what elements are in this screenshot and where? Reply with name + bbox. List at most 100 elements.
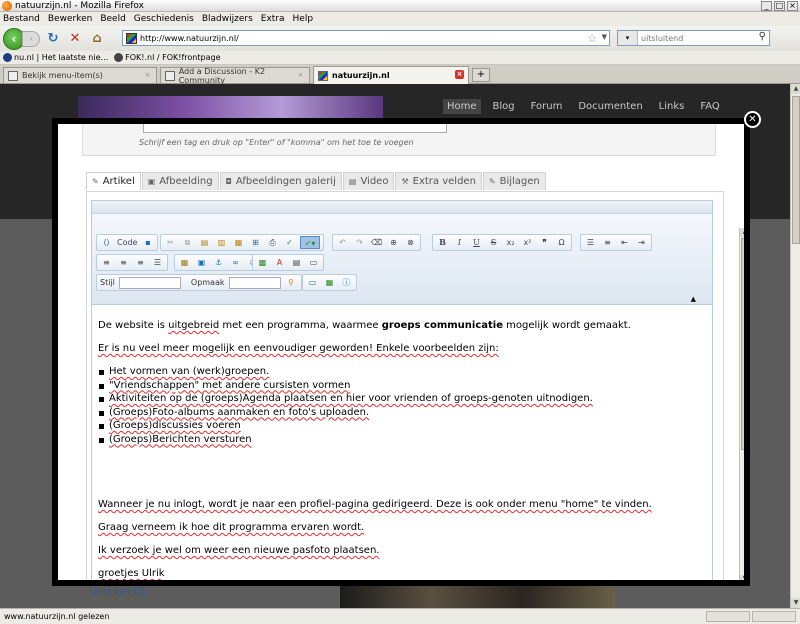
reload-icon[interactable]: ↻	[44, 30, 62, 48]
forward-button[interactable]: ›	[22, 30, 40, 47]
site-nav-blog[interactable]: Blog	[493, 101, 515, 112]
special-char-icon[interactable]: Ω	[555, 236, 568, 249]
tab-close-icon[interactable]: ×	[455, 70, 464, 79]
minimize-button[interactable]: _	[761, 1, 772, 11]
search-bar[interactable]: ▾ uitsluitend ⚲	[617, 30, 770, 46]
find-icon[interactable]: ⊕	[387, 236, 400, 249]
tag-input[interactable]	[143, 124, 447, 133]
home-icon[interactable]: ⌂	[88, 30, 106, 48]
superscript-icon[interactable]: x²	[521, 236, 534, 249]
bookmark-nu[interactable]: nu.nl | Het laatste nie...	[3, 53, 108, 62]
italic-icon[interactable]: I	[453, 236, 466, 249]
bookmark-star-icon[interactable]: ☆	[587, 32, 597, 45]
spellcheck-icon[interactable]: ✓	[283, 236, 296, 249]
site-nav-links[interactable]: Links	[659, 101, 685, 112]
unordered-list-icon[interactable]: ≡	[601, 236, 614, 249]
tab-k2-community[interactable]: Add a Discussion - K2 Community ×	[160, 67, 310, 85]
tab-artikel[interactable]: ✎ Artikel	[86, 172, 141, 190]
eraser-icon[interactable]: ⌫	[370, 236, 383, 249]
stop-icon[interactable]: ✕	[66, 30, 84, 48]
scroll-down-icon[interactable]: ▼	[791, 598, 800, 608]
menu-geschiedenis[interactable]: Geschiedenis	[134, 14, 194, 24]
horizontal-rule-icon[interactable]: ▭	[307, 256, 320, 269]
source-code-icon[interactable]: ⟨⟩	[100, 236, 113, 249]
side-link[interactable]: Ours van CS	[90, 587, 145, 597]
blockquote-icon[interactable]: ❞	[538, 236, 551, 249]
search-engine-icon[interactable]: ▾	[618, 31, 638, 45]
url-dropdown-icon[interactable]: ▼	[602, 33, 607, 41]
strikethrough-icon[interactable]: S	[487, 236, 500, 249]
show-blocks-icon[interactable]: ▦	[323, 276, 336, 289]
spellcheck-dropdown-icon[interactable]: ✓▾	[300, 236, 320, 249]
editor-content[interactable]: De website is uitgebreid met een program…	[98, 319, 706, 580]
tab-bijlagen[interactable]: ✎ Bijlagen	[482, 172, 546, 190]
paste-word-icon[interactable]: ▦	[232, 236, 245, 249]
tab-video[interactable]: ▤ Video	[342, 172, 395, 190]
subscript-icon[interactable]: x₂	[504, 236, 517, 249]
background-color-icon[interactable]: ▤	[290, 256, 303, 269]
modal-scrollbar[interactable]: ▲ ▼	[739, 228, 744, 580]
redo-icon[interactable]: ↷	[353, 236, 366, 249]
replace-icon[interactable]: ⊗	[404, 236, 417, 249]
copy-icon[interactable]: ⧉	[181, 236, 194, 249]
bold-icon[interactable]: B	[436, 236, 449, 249]
about-icon[interactable]: ⓘ	[340, 276, 353, 289]
modal-close-button[interactable]: ✕	[744, 111, 761, 128]
url-bar[interactable]: http://www.natuurzijn.nl/ ☆ ▼	[122, 30, 610, 46]
align-left-icon[interactable]: ≡	[100, 256, 113, 269]
maximize-editor-icon[interactable]: ▭	[306, 276, 319, 289]
search-icon[interactable]: ⚲	[759, 31, 766, 42]
table-icon[interactable]: ▦	[178, 256, 191, 269]
site-nav-forum[interactable]: Forum	[531, 101, 563, 112]
menu-extra[interactable]: Extra	[261, 14, 285, 24]
text-color-icon[interactable]: A	[273, 256, 286, 269]
site-nav-faq[interactable]: FAQ	[700, 101, 719, 112]
link-icon[interactable]: ∞	[229, 256, 242, 269]
flash-icon[interactable]: ▩	[256, 256, 269, 269]
menu-bewerken[interactable]: Bewerken	[48, 14, 92, 24]
bookmark-fok[interactable]: FOK!.nl / FOK!frontpage	[114, 53, 221, 62]
tab-close-icon[interactable]: ×	[296, 71, 305, 80]
paste-icon[interactable]: ▤	[198, 236, 211, 249]
menu-beeld[interactable]: Beeld	[100, 14, 125, 24]
style-select[interactable]	[118, 276, 181, 289]
scroll-thumb[interactable]	[741, 238, 744, 450]
site-nav-home[interactable]: Home	[443, 99, 481, 114]
cut-icon[interactable]: ✂	[164, 236, 177, 249]
select-all-icon[interactable]: ⊞	[249, 236, 262, 249]
format-select[interactable]	[228, 276, 281, 289]
tab-afbeelding[interactable]: ▣ Afbeelding	[141, 172, 219, 190]
tab-afbeeldingen-galerij[interactable]: ◘ Afbeeldingen galerij	[219, 172, 342, 190]
underline-icon[interactable]: U	[470, 236, 483, 249]
save-icon[interactable]: ▪	[141, 236, 154, 249]
new-tab-button[interactable]: +	[472, 68, 490, 82]
undo-icon[interactable]: ↶	[336, 236, 349, 249]
tab-extra-velden[interactable]: ⚒ Extra velden	[395, 172, 482, 190]
page-scrollbar[interactable]: ▲ ▼	[790, 84, 800, 608]
ordered-list-icon[interactable]: ☰	[584, 236, 597, 249]
align-justify-icon[interactable]: ☰	[151, 256, 164, 269]
tab-bekijk-menu[interactable]: Bekijk menu-item(s) ×	[3, 67, 157, 83]
zoom-icon[interactable]: ⚲	[285, 276, 298, 289]
indent-icon[interactable]: ⇥	[635, 236, 648, 249]
maximize-button[interactable]: □	[774, 1, 785, 11]
scroll-thumb[interactable]	[792, 96, 800, 244]
outdent-icon[interactable]: ⇤	[618, 236, 631, 249]
menu-help[interactable]: Help	[293, 14, 314, 24]
menu-bestand[interactable]: Bestand	[3, 14, 40, 24]
tab-natuurzijn[interactable]: natuurzijn.nl ×	[313, 66, 469, 84]
paste-text-icon[interactable]: ▥	[215, 236, 228, 249]
tab-close-icon[interactable]: ×	[143, 71, 152, 80]
toolbar-collapse-icon[interactable]: ▲	[691, 295, 696, 303]
align-right-icon[interactable]: ≡	[134, 256, 147, 269]
scroll-up-icon[interactable]: ▲	[791, 84, 800, 94]
scroll-down-icon[interactable]: ▼	[740, 575, 744, 580]
print-icon[interactable]: ⎙	[266, 236, 279, 249]
menu-bladwijzers[interactable]: Bladwijzers	[202, 14, 253, 24]
image-insert-icon[interactable]: ▣	[195, 256, 208, 269]
anchor-icon[interactable]: ⚓	[212, 256, 225, 269]
scroll-up-icon[interactable]: ▲	[740, 228, 744, 237]
align-center-icon[interactable]: ≡	[117, 256, 130, 269]
code-button[interactable]: Code	[117, 236, 137, 249]
close-window-button[interactable]: ×	[787, 1, 798, 11]
